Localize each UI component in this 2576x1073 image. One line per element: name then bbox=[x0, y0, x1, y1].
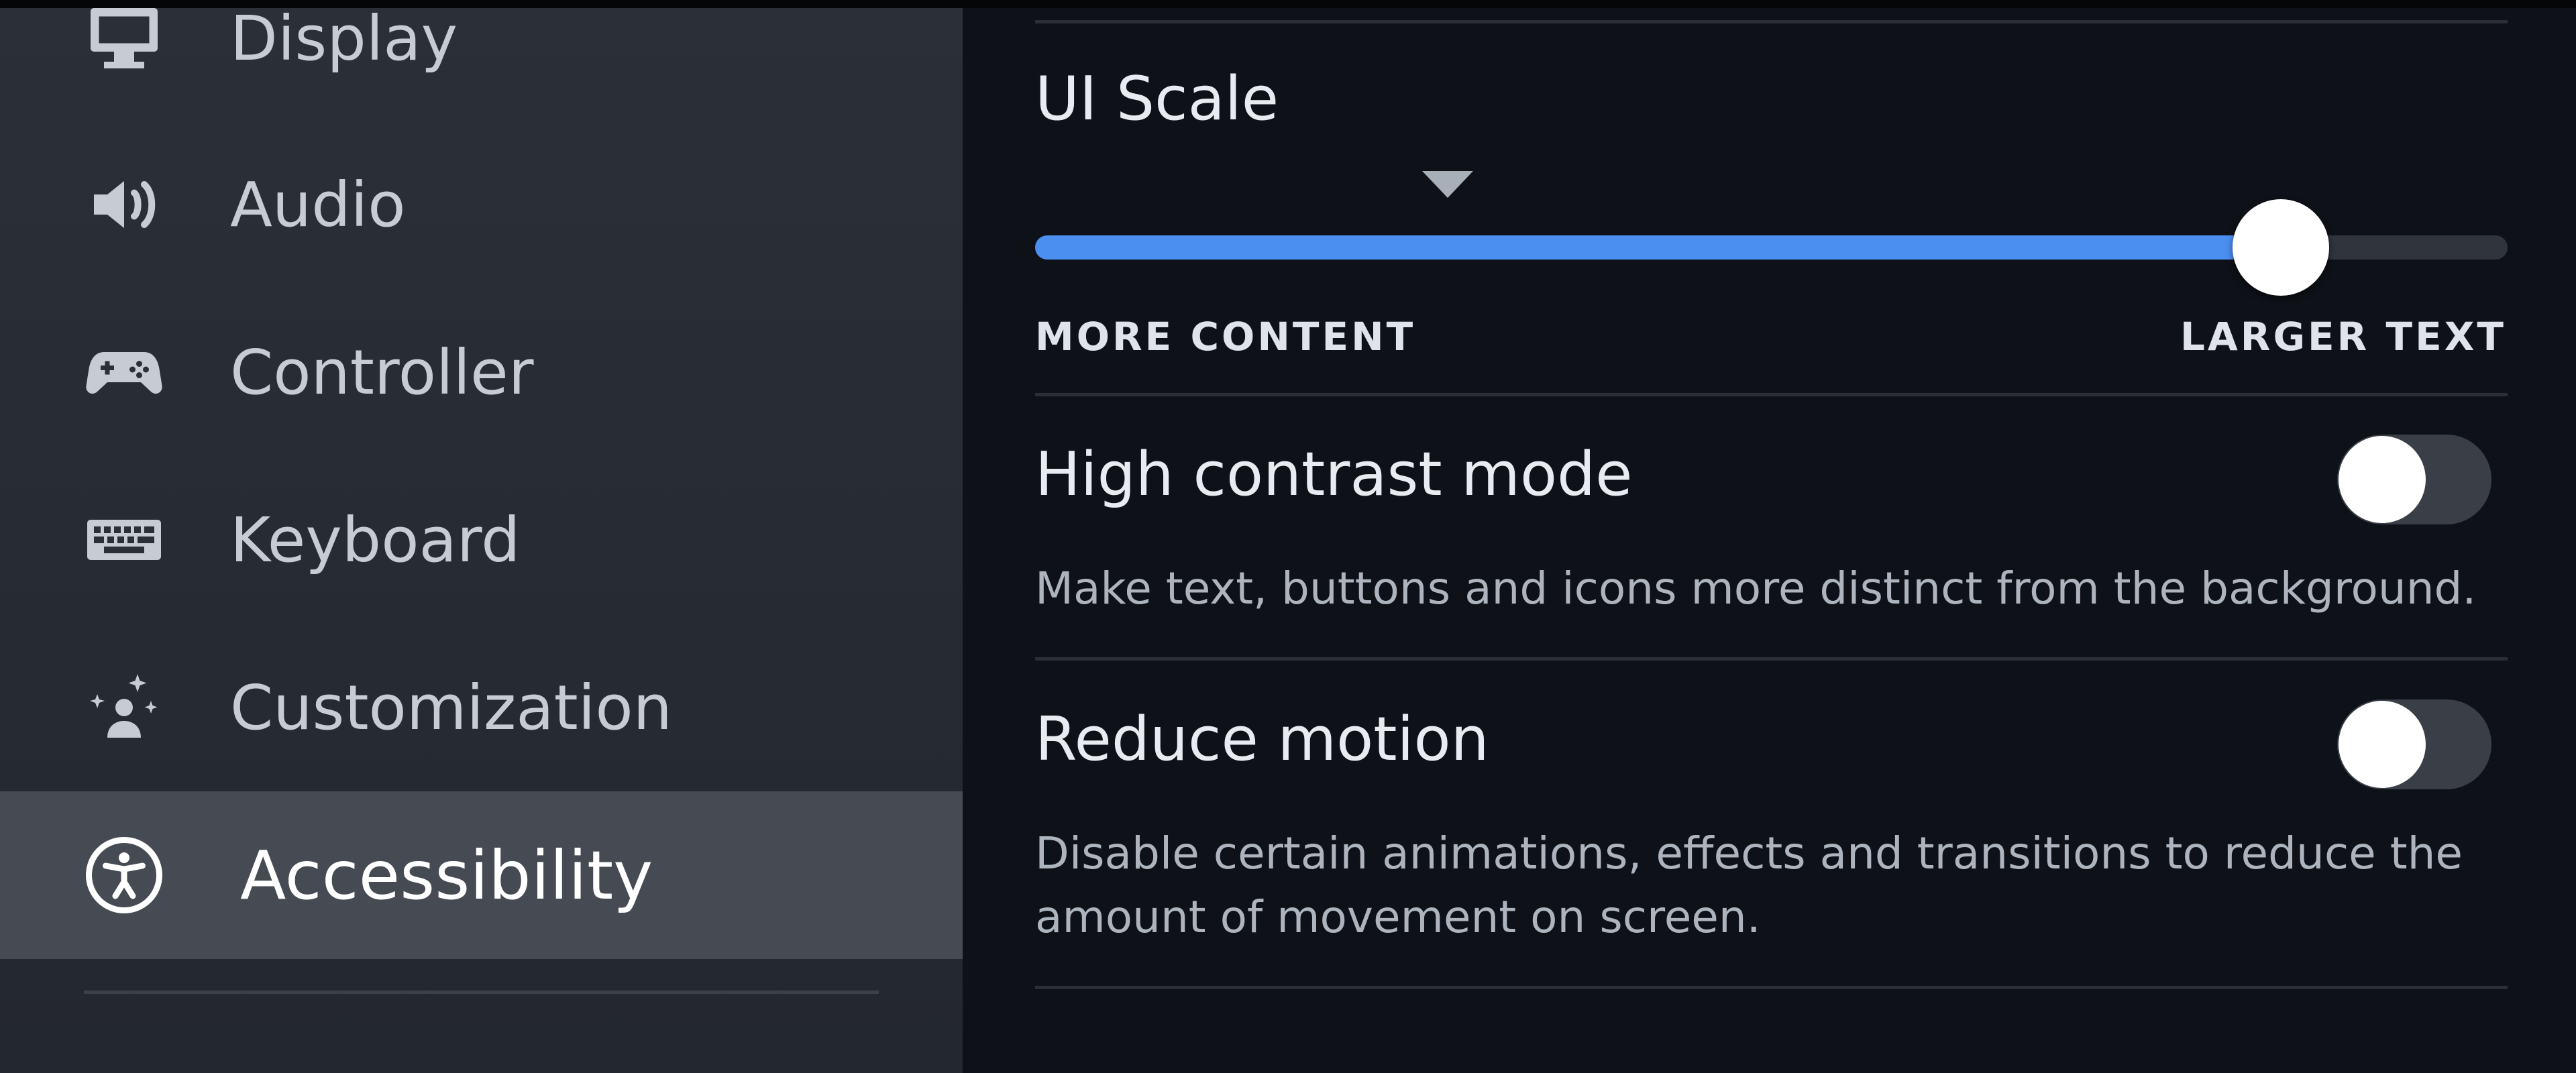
accessibility-icon bbox=[84, 835, 164, 915]
reduce-motion-title: Reduce motion bbox=[1035, 704, 1489, 775]
default-value-marker bbox=[1422, 171, 1473, 198]
high-contrast-toggle[interactable] bbox=[2337, 435, 2491, 524]
reduce-motion-description: Disable certain animations, effects and … bbox=[1035, 828, 2463, 943]
sidebar-item-label: Controller bbox=[230, 336, 534, 408]
settings-sidebar: Display Audio Controller Keyboard Custom… bbox=[0, 3, 963, 1073]
sidebar-item-keyboard[interactable]: Keyboard bbox=[0, 456, 963, 624]
speaker-icon bbox=[84, 164, 164, 245]
slider-min-label: MORE CONTENT bbox=[1035, 314, 1416, 359]
toggle-knob bbox=[2339, 436, 2426, 523]
sidebar-item-label: Customization bbox=[230, 671, 672, 744]
slider-max-label: LARGER TEXT bbox=[2180, 314, 2506, 359]
sidebar-item-label: Audio bbox=[230, 168, 406, 241]
high-contrast-description: Make text, buttons and icons more distin… bbox=[1035, 563, 2477, 614]
toggle-knob bbox=[2339, 701, 2426, 788]
keyboard-icon bbox=[84, 500, 164, 580]
ui-scale-slider-fill bbox=[1035, 235, 2281, 260]
sidebar-item-label: Keyboard bbox=[230, 504, 521, 576]
sparkle-person-icon bbox=[84, 667, 164, 748]
divider bbox=[1035, 393, 2508, 396]
gamepad-icon bbox=[84, 332, 164, 412]
sidebar-item-display[interactable]: Display bbox=[0, 0, 963, 122]
sidebar-item-controller[interactable]: Controller bbox=[0, 288, 963, 456]
sidebar-item-accessibility[interactable]: Accessibility bbox=[0, 791, 963, 959]
divider bbox=[1035, 986, 2508, 989]
divider bbox=[1035, 657, 2508, 661]
sidebar-item-label: Display bbox=[230, 2, 458, 74]
sidebar-divider bbox=[84, 991, 879, 994]
reduce-motion-toggle[interactable] bbox=[2337, 699, 2491, 789]
divider bbox=[1035, 20, 2508, 23]
sidebar-item-customization[interactable]: Customization bbox=[0, 624, 963, 791]
sidebar-item-audio[interactable]: Audio bbox=[0, 121, 963, 288]
ui-scale-slider[interactable] bbox=[1035, 199, 2508, 296]
sidebar-item-label: Accessibility bbox=[240, 836, 653, 915]
monitor-icon bbox=[84, 0, 164, 78]
ui-scale-slider-thumb[interactable] bbox=[2233, 199, 2329, 296]
ui-scale-title: UI Scale bbox=[1035, 64, 1279, 134]
high-contrast-title: High contrast mode bbox=[1035, 439, 1633, 510]
